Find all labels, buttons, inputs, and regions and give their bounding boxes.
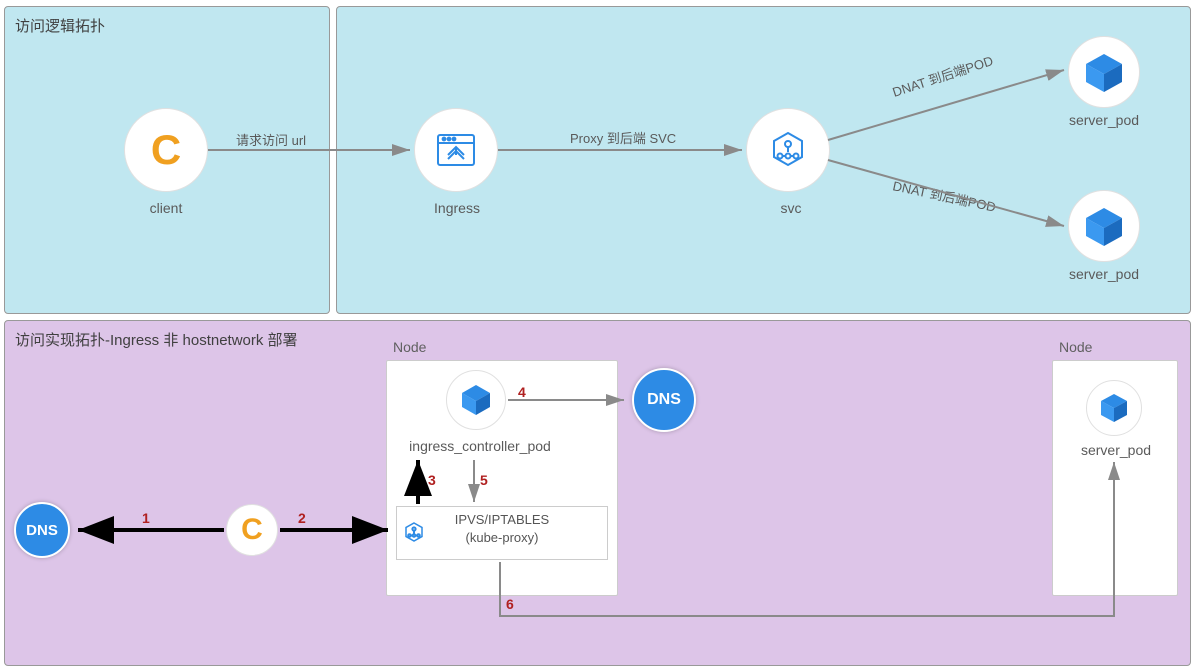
- svc-label: svc: [776, 200, 806, 216]
- step-6: 6: [506, 596, 514, 612]
- edge-label-proxy-svc: Proxy 到后端 SVC: [570, 128, 676, 147]
- step-1: 1: [142, 510, 150, 526]
- ingress-label: Ingress: [432, 200, 482, 216]
- dns-right: DNS: [632, 368, 696, 432]
- ipvs-line1: IPVS/IPTABLES: [455, 512, 549, 527]
- server-pod-top-1: [1068, 36, 1140, 108]
- step-4: 4: [518, 384, 526, 400]
- cube-icon: [1097, 391, 1131, 425]
- client-label: client: [146, 200, 186, 216]
- ingress-controller-pod-label: ingress_controller_pod: [400, 438, 560, 454]
- dns-left: DNS: [14, 502, 70, 558]
- server-pod-top-2: [1068, 190, 1140, 262]
- node-box-left-title: Node: [393, 339, 426, 355]
- cube-icon: [458, 382, 494, 418]
- ingress-node: [414, 108, 498, 192]
- dns-icon: DNS: [14, 502, 70, 558]
- svc-node: [746, 108, 830, 192]
- dns-icon: DNS: [632, 368, 696, 432]
- client-small: C: [226, 504, 278, 556]
- server-pod-top-1-label: server_pod: [1064, 112, 1144, 128]
- ingress-controller-pod-node: [446, 370, 506, 430]
- edge-label-req-url: 请求访问 url: [236, 130, 306, 149]
- server-pod-bottom: [1086, 380, 1142, 436]
- step-3: 3: [428, 472, 436, 488]
- client-node: C: [124, 108, 208, 192]
- server-pod-top-2-label: server_pod: [1064, 266, 1144, 282]
- panel-title-top: 访问逻辑拓扑: [15, 15, 105, 36]
- ipvs-line2: (kube-proxy): [466, 530, 539, 545]
- server-pod-bottom-label: server_pod: [1078, 442, 1154, 458]
- cube-icon: [1082, 50, 1126, 94]
- step-2: 2: [298, 510, 306, 526]
- ipvs-box: IPVS/IPTABLES (kube-proxy): [396, 506, 608, 560]
- cube-icon: [1082, 204, 1126, 248]
- node-box-right-title: Node: [1059, 339, 1092, 355]
- panel-title-bottom: 访问实现拓扑-Ingress 非 hostnetwork 部署: [15, 329, 298, 350]
- step-5: 5: [480, 472, 488, 488]
